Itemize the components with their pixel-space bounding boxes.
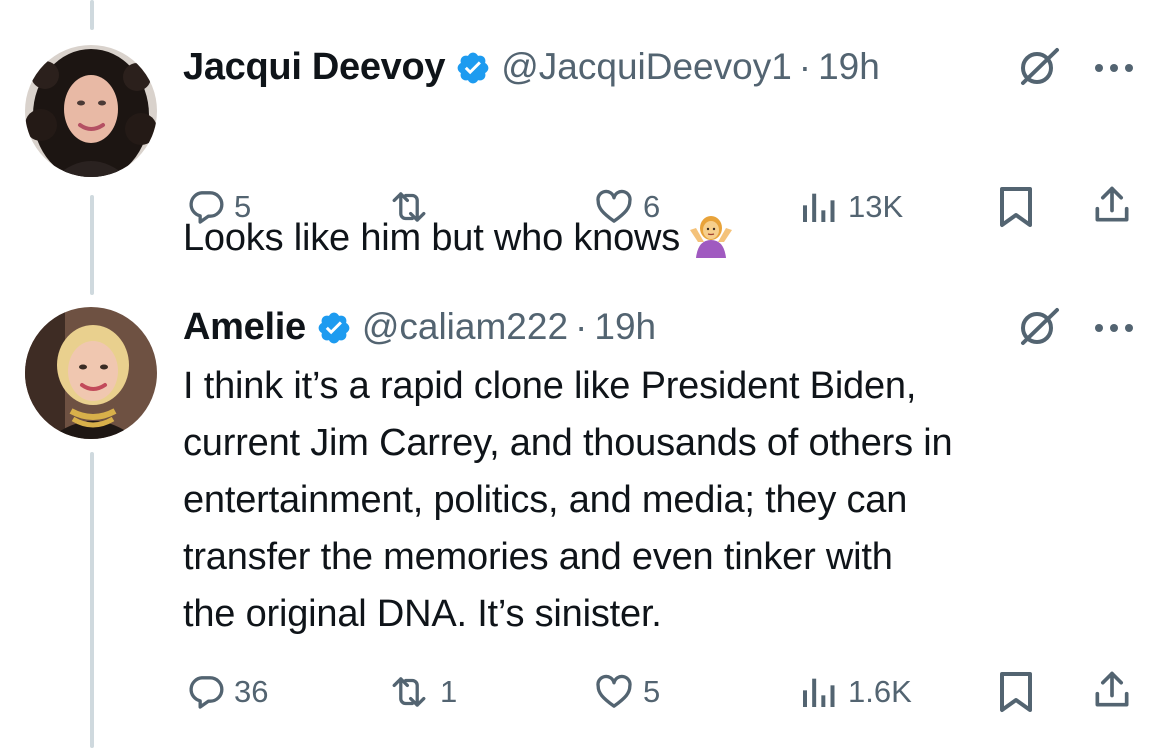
author-name[interactable]: Amelie [183,302,306,352]
reply-button[interactable]: 36 [186,667,268,717]
author-handle[interactable]: @JacquiDeevoy1 [501,42,792,92]
repost-icon [392,192,426,222]
views-icon [803,193,835,222]
separator-dot: · [575,306,588,347]
tweet-text: I think it’s a rapid clone like Presiden… [183,365,953,635]
tweet-time[interactable]: 19h [594,302,656,352]
like-button[interactable]: 5 [593,667,660,717]
views-count: 1.6K [848,674,912,709]
tweet-amelie[interactable]: Amelie @caliam222 · 19h I think it’s a r… [0,290,1169,748]
more-options-icon[interactable] [1092,58,1136,78]
views-button[interactable]: 1.6K [796,667,912,717]
avatar-jacqui[interactable] [25,45,157,177]
like-count: 6 [643,189,661,224]
author-name[interactable]: Jacqui Deevoy [183,42,446,92]
repost-button[interactable] [386,182,440,232]
like-button[interactable]: 6 [593,182,660,232]
like-icon [596,674,632,708]
like-icon [596,189,632,223]
tweet-header: Amelie @caliam222 · 19h [183,302,656,352]
verified-badge-icon[interactable] [316,309,352,345]
reply-count: 5 [234,189,252,224]
avatar-amelie[interactable] [25,307,157,439]
tweet-text: Looks like him but who knows [183,98,1143,267]
repost-count: 1 [440,674,458,709]
share-icon[interactable] [1090,668,1134,717]
tweet-jacqui[interactable]: Jacqui Deevoy @JacquiDeevoy1 · 19h Looks… [0,0,1169,260]
views-icon [803,678,835,707]
views-button[interactable]: 13K [796,182,903,232]
person-shrugging-emoji-icon [688,155,734,258]
repost-icon [392,677,426,707]
reply-icon [189,191,224,224]
repost-button[interactable]: 1 [386,667,457,717]
grok-icon[interactable] [1017,45,1061,89]
reply-icon [189,676,224,709]
tweet-time[interactable]: 19h [818,42,880,92]
like-count: 5 [643,674,661,709]
share-icon[interactable] [1090,183,1134,232]
reply-count: 36 [234,674,269,709]
separator-dot: · [798,46,812,87]
more-options-icon[interactable] [1092,318,1136,338]
bookmark-icon[interactable] [996,185,1036,234]
tweet-header: Jacqui Deevoy @JacquiDeevoy1 · 19h [183,42,880,92]
bookmark-icon[interactable] [996,670,1036,719]
reply-button[interactable]: 5 [186,182,251,232]
verified-badge-icon[interactable] [455,49,491,85]
grok-icon[interactable] [1017,305,1061,349]
views-count: 13K [848,189,904,224]
author-handle[interactable]: @caliam222 [362,302,568,352]
